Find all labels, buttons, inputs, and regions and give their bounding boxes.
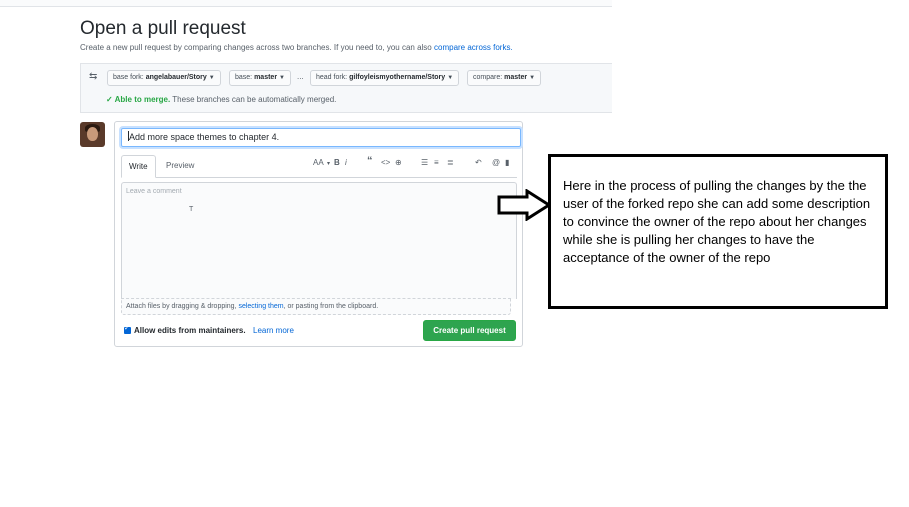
- allow-edits-checkbox[interactable]: [124, 324, 131, 334]
- top-nav-strip: [0, 0, 612, 7]
- text-cursor-icon: T: [189, 206, 194, 213]
- pr-title-value: Add more space themes to chapter 4.: [129, 132, 280, 142]
- annotation-callout: Here in the process of pulling the chang…: [548, 154, 888, 309]
- subtitle-text: Create a new pull request by comparing c…: [80, 43, 432, 52]
- base-branch-select[interactable]: base: master ▼: [229, 70, 291, 86]
- tab-preview[interactable]: Preview: [159, 155, 201, 176]
- task-list-icon[interactable]: ≣: [447, 158, 454, 167]
- reply-icon[interactable]: ↶: [475, 158, 482, 167]
- attach-text-pre: Attach files by dragging & dropping,: [126, 303, 237, 310]
- able-to-merge-label: ✓ Able to merge.: [106, 95, 171, 104]
- chevron-down-icon: ▾: [327, 161, 331, 167]
- head-fork-select[interactable]: head fork: gilfoyleismyothername/Story ▼: [310, 70, 460, 86]
- comment-placeholder: Leave a comment: [126, 188, 182, 195]
- chevron-down-icon: ▼: [447, 75, 454, 81]
- annotation-text: Here in the process of pulling the chang…: [563, 178, 871, 265]
- italic-icon[interactable]: i: [345, 158, 347, 167]
- chevron-down-icon: ▼: [208, 75, 215, 81]
- tab-divider: [121, 177, 517, 178]
- page-title: Open a pull request: [80, 18, 246, 39]
- base-fork-value: angelabauer/Story: [145, 74, 207, 81]
- mention-icon[interactable]: @: [492, 158, 500, 167]
- attach-files-bar[interactable]: Attach files by dragging & dropping, sel…: [121, 298, 511, 315]
- base-value: master: [254, 74, 278, 81]
- pr-title-input[interactable]: Add more space themes to chapter 4.: [121, 128, 521, 147]
- compare-label: compare:: [473, 74, 503, 81]
- link-icon[interactable]: ⊕: [395, 158, 402, 167]
- chevron-down-icon: ▼: [529, 75, 536, 81]
- pull-request-form: Add more space themes to chapter 4. Writ…: [114, 121, 523, 347]
- quote-icon[interactable]: “: [367, 155, 373, 167]
- heading-icon[interactable]: AA: [313, 158, 324, 167]
- merge-status: ✓ Able to merge. These branches can be a…: [106, 95, 336, 104]
- bold-icon[interactable]: B: [334, 158, 340, 167]
- bookmark-icon[interactable]: ▮: [505, 158, 509, 167]
- compare-across-forks-link[interactable]: compare across forks.: [434, 43, 513, 52]
- right-arrow-icon: [497, 189, 552, 221]
- base-label: base:: [235, 74, 253, 81]
- head-fork-value: gilfoyleismyothername/Story: [349, 74, 446, 81]
- base-fork-select[interactable]: base fork: angelabauer/Story ▼: [107, 70, 221, 86]
- page-subtitle: Create a new pull request by comparing c…: [80, 43, 513, 52]
- compare-arrows-icon: ⇆: [89, 71, 98, 82]
- compare-value: master: [504, 74, 528, 81]
- avatar: [80, 122, 105, 147]
- compare-bar: ⇆ base fork: angelabauer/Story ▼ base: ma…: [80, 63, 612, 113]
- selecting-them-link[interactable]: selecting them: [238, 303, 283, 310]
- unordered-list-icon[interactable]: ☰: [421, 158, 428, 167]
- learn-more-link[interactable]: Learn more: [253, 326, 294, 335]
- code-icon[interactable]: <>: [381, 158, 390, 167]
- merge-status-text: These branches can be automatically merg…: [172, 95, 337, 104]
- comment-textarea[interactable]: Leave a comment T: [121, 182, 517, 299]
- compare-ellipsis: ...: [297, 72, 304, 81]
- chevron-down-icon: ▼: [279, 75, 285, 81]
- compare-branch-select[interactable]: compare: master ▼: [467, 70, 542, 86]
- ordered-list-icon[interactable]: ≡: [434, 158, 439, 167]
- tab-write[interactable]: Write: [121, 155, 156, 178]
- create-pull-request-button[interactable]: Create pull request: [423, 320, 516, 341]
- head-fork-label: head fork:: [316, 74, 348, 81]
- attach-text-post: , or pasting from the clipboard.: [283, 303, 379, 310]
- base-fork-label: base fork:: [113, 74, 144, 81]
- allow-edits-label: Allow edits from maintainers.: [134, 326, 246, 335]
